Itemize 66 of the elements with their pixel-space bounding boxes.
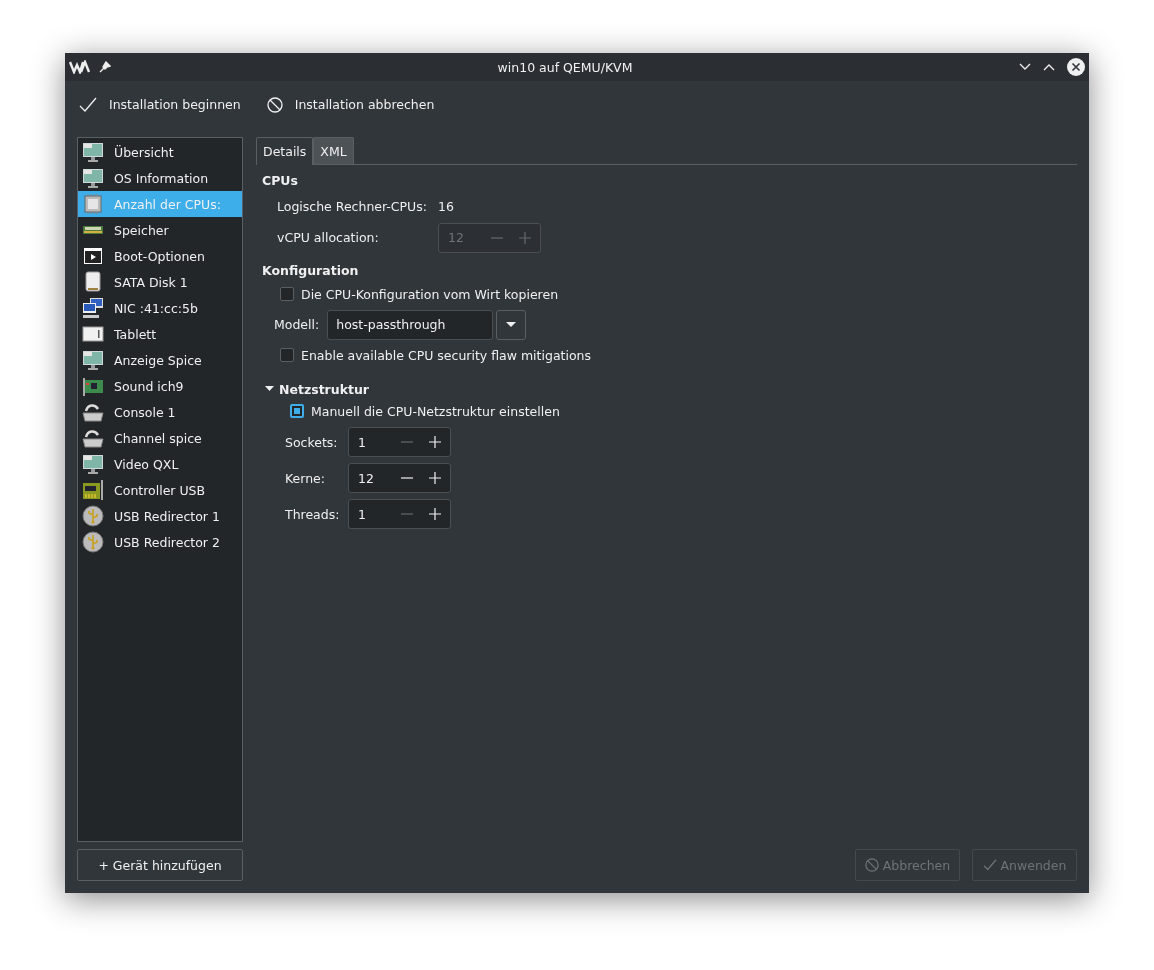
cancel-icon	[864, 858, 879, 872]
device-list-item[interactable]: Übersicht	[78, 139, 242, 165]
checkbox[interactable]	[290, 404, 304, 418]
device-list-item[interactable]: Anzeige Spice	[78, 347, 242, 373]
toolbar-button[interactable]: Installation abbrechen	[264, 96, 437, 113]
device-list-item[interactable]: USB Redirector 2	[78, 529, 242, 555]
checkmark-icon	[982, 859, 997, 871]
window-title: win10 auf QEMU/KVM	[496, 59, 634, 75]
checkbox-label: Enable available CPU security flaw mitigations	[301, 347, 592, 363]
device-list-item[interactable]: Boot-Optionen	[78, 243, 242, 269]
device-list-item[interactable]: Speicher	[78, 217, 242, 243]
field-label: Threads:	[285, 506, 341, 522]
display-device-icon	[82, 349, 104, 371]
add-device-button[interactable]: + Gerät hinzufügen	[77, 849, 243, 881]
pin-icon[interactable]	[99, 61, 111, 73]
display-device-icon	[82, 453, 104, 475]
model-field[interactable]: host-passthrough	[327, 309, 494, 340]
logical-cpu-count: 16	[438, 199, 454, 214]
device-list-item[interactable]: OS Information	[78, 165, 242, 191]
sound-device-icon	[82, 375, 104, 397]
device-list-item[interactable]: Controller USB	[78, 477, 242, 503]
usb-device-icon	[82, 505, 104, 527]
field-label: Modell:	[274, 317, 320, 332]
tablet-device-icon	[82, 323, 104, 345]
field-label: vCPU allocation:	[277, 230, 380, 245]
device-list-item[interactable]: Sound ich9	[78, 373, 242, 399]
usb-device-icon	[82, 531, 104, 553]
caret-icon	[506, 321, 517, 328]
cpu-device-icon	[82, 193, 104, 215]
boot-device-icon	[82, 245, 104, 267]
section-heading: Netzstruktur	[279, 381, 370, 397]
device-list-item[interactable]: NIC :41:cc:5b	[78, 295, 242, 321]
device-list-item[interactable]: Console 1	[78, 399, 242, 425]
device-list-item[interactable]: Channel spice	[78, 425, 242, 451]
display-device-icon	[82, 167, 104, 189]
network-device-icon	[82, 297, 104, 319]
app-logo-icon	[69, 60, 91, 74]
checkbox-label: Manuell die CPU-Netzstruktur einstellen	[311, 403, 560, 419]
dropdown-button[interactable]	[496, 309, 527, 340]
expander-heading[interactable]: Netzstruktur	[265, 380, 1071, 398]
tab[interactable]: XML	[313, 137, 354, 164]
close-icon[interactable]	[1067, 58, 1085, 76]
minimize-icon[interactable]	[1019, 63, 1031, 71]
cancel-icon	[266, 96, 283, 113]
serial-device-icon	[82, 427, 104, 449]
device-list-item[interactable]: SATA Disk 1	[78, 269, 242, 295]
tab[interactable]: Details	[256, 137, 314, 165]
serial-device-icon	[82, 401, 104, 423]
section-heading: Konfiguration	[262, 263, 360, 280]
device-list-item[interactable]: USB Redirector 1	[78, 503, 242, 529]
controller-device-icon	[82, 479, 104, 501]
section-heading: CPUs	[262, 173, 299, 190]
device-list-item[interactable]: Video QXL	[78, 451, 242, 477]
toolbar-button[interactable]: Installation beginnen	[77, 96, 243, 113]
display-device-icon	[82, 141, 104, 163]
checkmark-icon	[79, 96, 97, 113]
maximize-icon[interactable]	[1043, 63, 1055, 71]
field-label: Logische Rechner-CPUs:	[277, 199, 428, 214]
field-label: Kerne:	[285, 470, 326, 486]
spinbox[interactable]: 12	[348, 463, 451, 493]
checkbox[interactable]	[280, 287, 294, 301]
field-label: Sockets:	[285, 434, 339, 450]
disk-device-icon	[82, 271, 104, 293]
device-list-item[interactable]: Tablett	[78, 321, 242, 347]
checkbox[interactable]	[280, 348, 294, 362]
checkbox-label: Die CPU-Konfiguration vom Wirt kopieren	[301, 286, 559, 302]
